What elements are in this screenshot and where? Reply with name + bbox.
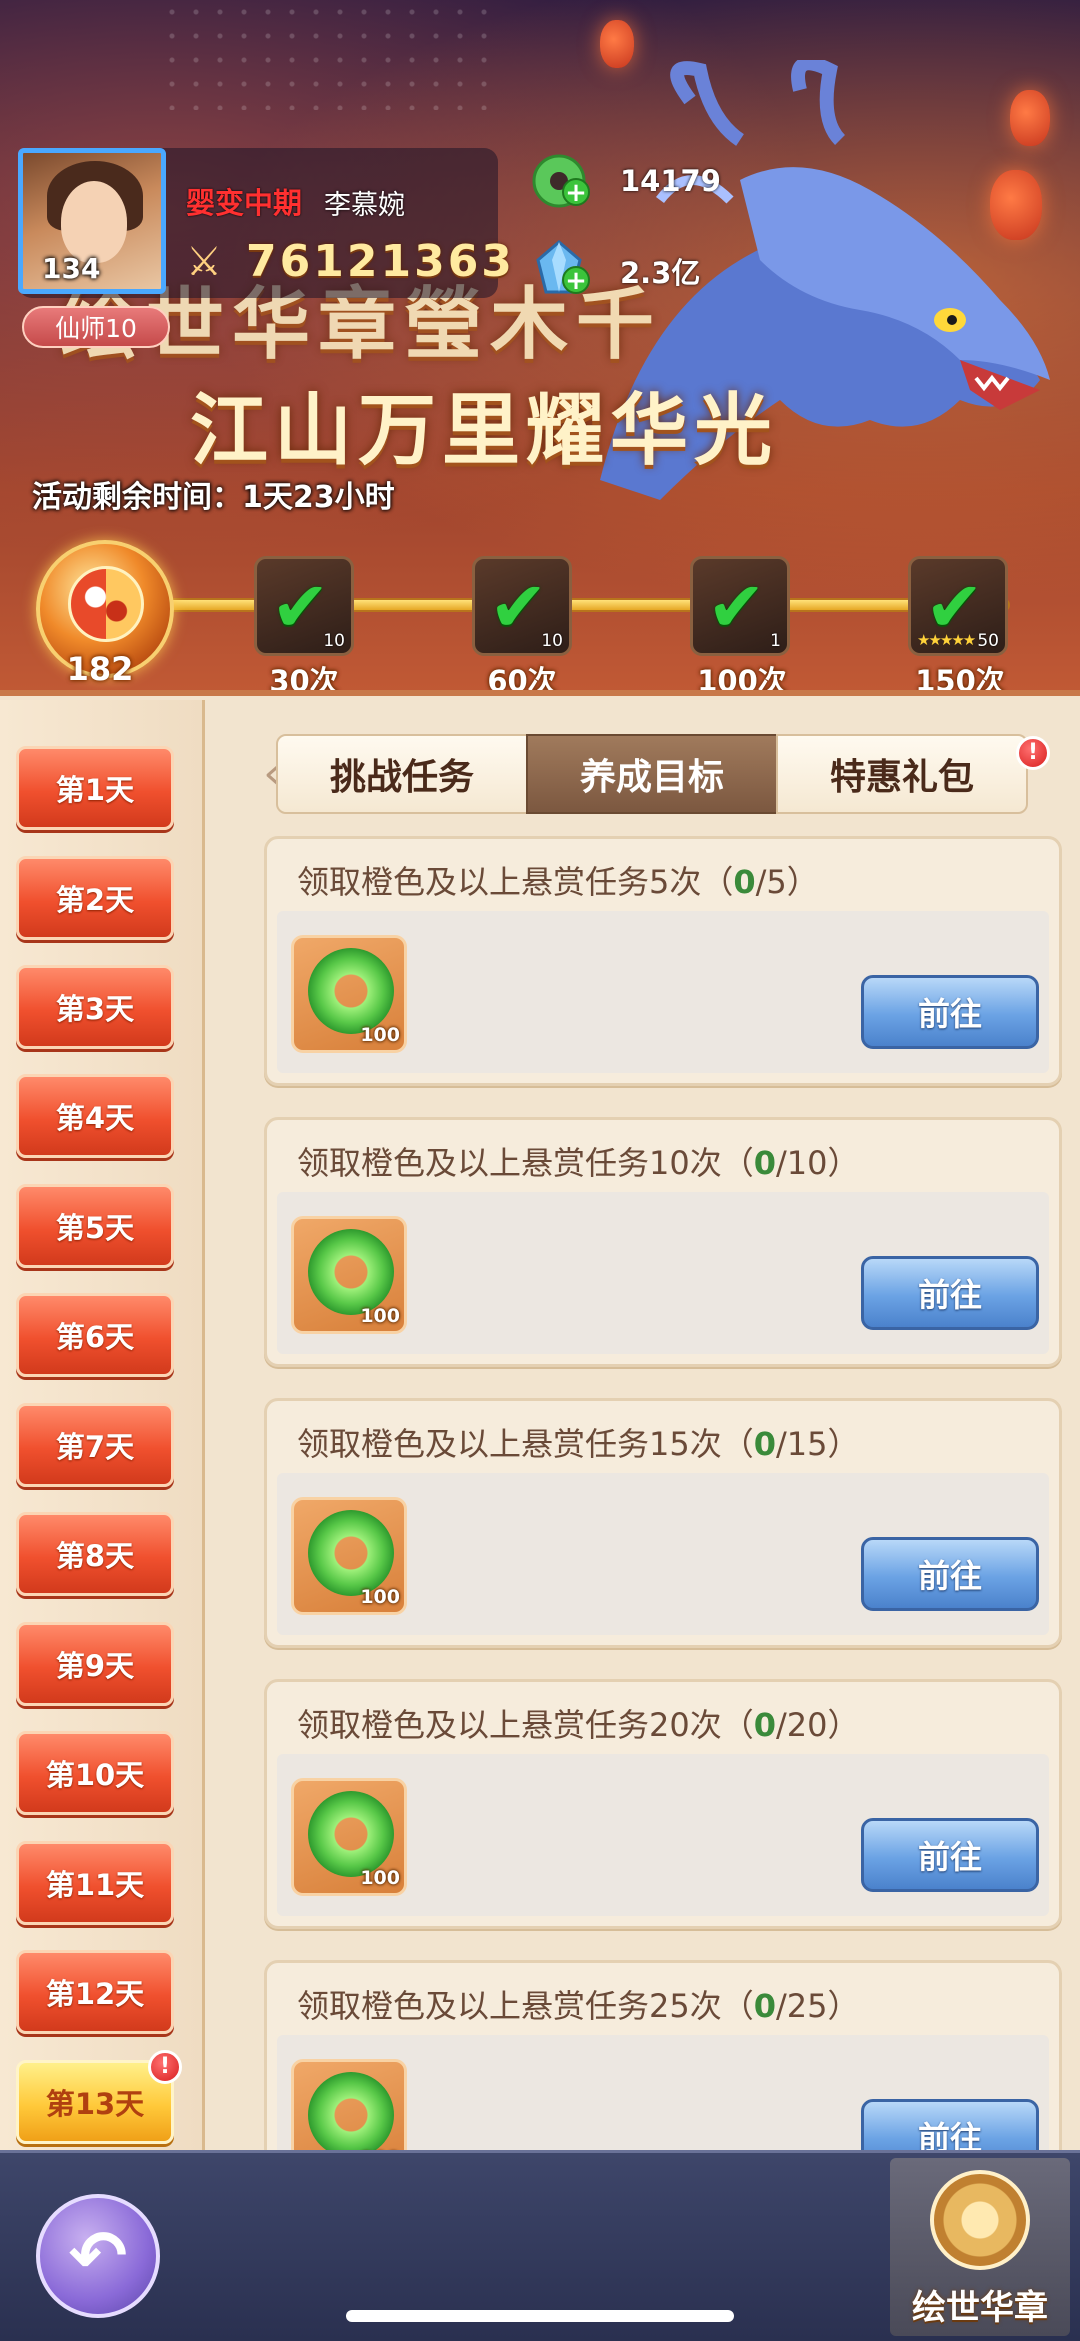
home-indicator[interactable] xyxy=(346,2310,734,2322)
day-button-7[interactable]: 第7天 xyxy=(16,1403,174,1487)
milestone-qty: 10 xyxy=(323,631,345,651)
day-button-12[interactable]: 第12天 xyxy=(16,1950,174,2034)
task-progress-total: /20） xyxy=(776,1706,860,1744)
task-progress-done: 0 xyxy=(753,1706,776,1744)
task-title-text: 领取橙色及以上悬赏任务20次（ xyxy=(297,1706,754,1744)
reward-item[interactable]: 100 xyxy=(291,935,407,1053)
task-progress-done: 0 xyxy=(753,1987,776,2025)
task-title-text: 领取橙色及以上悬赏任务15次（ xyxy=(297,1425,754,1463)
jade-ring-icon xyxy=(308,1791,394,1877)
event-title-line2: 江山万里耀华光 xyxy=(190,385,779,476)
jade-ring-icon xyxy=(308,2072,394,2158)
task-card: 领取橙色及以上悬赏任务10次（0/10） 100 前往 xyxy=(264,1117,1062,1367)
day-button-3[interactable]: 第3天 xyxy=(16,965,174,1049)
task-card: 领取橙色及以上悬赏任务5次（0/5） 100 前往 xyxy=(264,836,1062,1086)
day-button-1[interactable]: 第1天 xyxy=(16,746,174,830)
task-title-text: 领取橙色及以上悬赏任务5次（ xyxy=(297,863,734,901)
task-progress-done: 0 xyxy=(753,1144,776,1182)
task-title-text: 领取橙色及以上悬赏任务25次（ xyxy=(297,1987,754,2025)
points-value: 182 xyxy=(66,650,134,688)
check-icon: ✔ xyxy=(271,566,330,648)
task-title-text: 领取橙色及以上悬赏任务10次（ xyxy=(297,1144,754,1182)
yinyang-icon xyxy=(68,566,144,642)
jade-ring-icon xyxy=(308,1510,394,1596)
emblem-label: 绘世华章 xyxy=(912,2288,1048,2328)
goto-button[interactable]: 前往 xyxy=(861,1256,1039,1330)
reward-qty: 100 xyxy=(360,1024,400,1046)
task-card: 领取橙色及以上悬赏任务20次（0/20） 100 前往 xyxy=(264,1679,1062,1929)
day-button-5[interactable]: 第5天 xyxy=(16,1184,174,1268)
reward-qty: 100 xyxy=(360,1305,400,1327)
goto-button[interactable]: 前往 xyxy=(861,1818,1039,1892)
tab-challenge-tasks[interactable]: 挑战任务 xyxy=(276,734,528,814)
check-icon: ✔ xyxy=(489,566,548,648)
back-arrow-icon: ↶ xyxy=(68,2215,128,2297)
milestone-qty: 1 xyxy=(770,631,781,651)
goto-button[interactable]: 前往 xyxy=(861,1537,1039,1611)
star-rating-icon: ★★★★★ xyxy=(917,631,976,649)
notification-dot: ! xyxy=(148,2050,182,2084)
flower-emblem-icon xyxy=(930,2170,1030,2270)
avatar-face xyxy=(61,181,127,263)
milestone-qty: 10 xyxy=(541,631,563,651)
day-button-6[interactable]: 第6天 xyxy=(16,1293,174,1377)
rank-badge: 仙师10 xyxy=(22,306,170,348)
task-progress-total: /15） xyxy=(776,1425,860,1463)
reward-qty: 100 xyxy=(360,1586,400,1608)
task-progress-done: 0 xyxy=(733,863,756,901)
milestone-qty: 50 xyxy=(977,631,999,651)
task-title: 领取橙色及以上悬赏任务15次（0/15） xyxy=(297,1419,860,1465)
check-icon: ✔ xyxy=(707,566,766,648)
milestone-reward-30[interactable]: ✔ 10 xyxy=(254,556,354,656)
notification-dot: ! xyxy=(1016,736,1050,770)
milestone-reward-100[interactable]: ✔ 1 xyxy=(690,556,790,656)
tab-special-packs[interactable]: 特惠礼包 xyxy=(776,734,1028,814)
crystal-amount: 2.3亿 xyxy=(620,256,701,290)
player-realm: 婴变中期 xyxy=(186,186,303,220)
task-progress-total: /25） xyxy=(776,1987,860,2025)
day-button-10[interactable]: 第10天 xyxy=(16,1731,174,1815)
task-card: 领取橙色及以上悬赏任务15次（0/15） 100 前往 xyxy=(264,1398,1062,1648)
task-progress-total: /5） xyxy=(755,863,819,901)
task-progress-done: 0 xyxy=(753,1425,776,1463)
day-button-8[interactable]: 第8天 xyxy=(16,1512,174,1596)
task-progress-total: /10） xyxy=(776,1144,860,1182)
reward-item[interactable]: 100 xyxy=(291,1216,407,1334)
tab-growth-goals[interactable]: 养成目标 xyxy=(526,734,778,814)
reward-item[interactable]: 100 xyxy=(291,1778,407,1896)
jade-amount: 14179 xyxy=(620,164,721,198)
fireworks-decoration xyxy=(160,0,500,110)
remaining-time: 活动剩余时间：1天23小时 xyxy=(32,480,395,515)
jade-ring-icon xyxy=(308,948,394,1034)
task-title: 领取橙色及以上悬赏任务20次（0/20） xyxy=(297,1700,860,1746)
back-button[interactable]: ↶ xyxy=(36,2194,160,2318)
milestone-reward-150[interactable]: ✔ ★★★★★ 50 xyxy=(908,556,1008,656)
day-button-11[interactable]: 第11天 xyxy=(16,1841,174,1925)
reward-item[interactable]: 100 xyxy=(291,1497,407,1615)
app-root: 绘世华章瑩木千 江山万里耀华光 活动剩余时间：1天23小时 134 仙师10 婴… xyxy=(0,0,1080,2341)
goto-button[interactable]: 前往 xyxy=(861,975,1039,1049)
reward-qty: 100 xyxy=(360,1867,400,1889)
add-crystal-button[interactable]: + xyxy=(562,266,590,294)
player-level: 134 xyxy=(42,252,101,285)
task-title: 领取橙色及以上悬赏任务10次（0/10） xyxy=(297,1138,860,1184)
combat-power: 76121363 xyxy=(246,236,515,287)
add-jade-button[interactable]: + xyxy=(562,178,590,206)
jade-ring-icon xyxy=(308,1229,394,1315)
task-title: 领取橙色及以上悬赏任务5次（0/5） xyxy=(297,857,819,903)
day-button-2[interactable]: 第2天 xyxy=(16,856,174,940)
task-title: 领取橙色及以上悬赏任务25次（0/25） xyxy=(297,1981,860,2027)
day-button-4[interactable]: 第4天 xyxy=(16,1074,174,1158)
player-name: 李慕婉 xyxy=(324,190,405,221)
milestone-reward-60[interactable]: ✔ 10 xyxy=(472,556,572,656)
day-button-9[interactable]: 第9天 xyxy=(16,1622,174,1706)
crossed-swords-icon: ⚔ xyxy=(186,239,222,285)
